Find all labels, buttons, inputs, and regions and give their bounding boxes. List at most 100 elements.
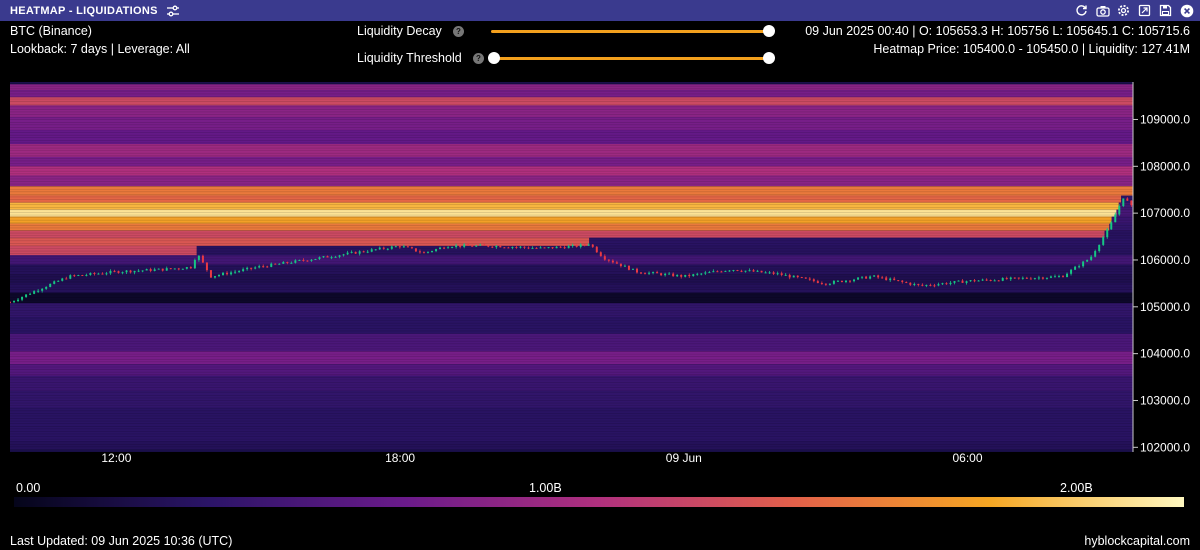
time-axis: 12:00 18:00 09 Jun 06:00 [101, 451, 982, 465]
candle-body [740, 270, 743, 272]
candle-body [1078, 266, 1081, 268]
candle-body [455, 245, 458, 248]
candle-body [748, 270, 751, 272]
candle-body [217, 274, 220, 277]
candle-body [656, 272, 659, 274]
candle-body [796, 275, 799, 278]
candle-body [752, 270, 755, 272]
candle-body [692, 274, 695, 277]
candle-body [728, 270, 731, 272]
candle-body [555, 246, 558, 249]
candle-body [1017, 277, 1020, 279]
candle-body [1025, 277, 1028, 279]
candle-body [724, 270, 727, 272]
candle-body [89, 272, 92, 275]
candle-body [627, 265, 630, 270]
candle-body [869, 276, 872, 279]
candle-body [282, 261, 285, 264]
heatmap-band-faded [589, 237, 1133, 246]
candle-body [213, 276, 216, 278]
candle-body [824, 283, 827, 285]
candle-body [125, 270, 128, 273]
candle-body [840, 280, 843, 283]
candle-body [969, 280, 972, 282]
price-axis: 102000.0 103000.0 104000.0 105000.0 106000.0… [1132, 82, 1190, 454]
candle-body [704, 272, 707, 274]
candle-body [997, 280, 1000, 282]
heatmap-band [10, 105, 1133, 118]
heatmap-bands [10, 83, 1133, 452]
candle-body [644, 273, 647, 275]
candle-body [274, 263, 277, 265]
candle-body [49, 283, 52, 287]
candle-body [853, 279, 856, 282]
candle-body [1062, 276, 1065, 278]
candle-body [25, 294, 28, 297]
candle-body [1130, 200, 1133, 206]
candle-body [447, 247, 450, 249]
candle-body [113, 270, 116, 272]
candle-body [234, 271, 237, 273]
candle-body [1041, 277, 1044, 279]
candle-body [426, 251, 429, 253]
candle-body [1110, 222, 1113, 230]
liquidation-heatmap-chart[interactable]: 102000.0 103000.0 104000.0 105000.0 106000.0… [0, 0, 1200, 520]
candle-body [1090, 256, 1093, 260]
time-tick-label: 09 Jun [666, 451, 702, 465]
candle-body [97, 273, 100, 275]
candle-body [487, 245, 490, 247]
candle-body [676, 274, 679, 277]
candle-body [917, 283, 920, 285]
candle-body [1074, 266, 1077, 270]
candle-body [1106, 229, 1109, 238]
candle-body [250, 267, 253, 269]
heatmap-band [10, 130, 1133, 145]
candle-body [105, 273, 108, 275]
candle-body [133, 270, 136, 273]
candle-body [660, 273, 663, 276]
candle-body [772, 272, 775, 274]
candle-body [764, 272, 767, 274]
candle-body [615, 262, 618, 264]
candle-body [258, 266, 261, 268]
candle-body [246, 267, 249, 270]
candle-body [61, 278, 64, 281]
candle-body [77, 275, 80, 277]
candle-body [338, 255, 341, 257]
candle-body [503, 247, 506, 249]
heatmap-band [10, 441, 1133, 450]
candle-body [1029, 278, 1032, 280]
price-tick-label: 104000.0 [1140, 347, 1190, 361]
candle-body [459, 245, 462, 247]
colorbar-label-max: 2.00B [1060, 481, 1093, 495]
candle-body [1102, 237, 1105, 245]
candle-body [451, 247, 454, 249]
candle-body [157, 268, 160, 270]
candle-body [603, 256, 606, 260]
candle-body [836, 280, 839, 282]
candle-body [310, 259, 313, 261]
candle-body [109, 270, 112, 274]
candle-body [519, 246, 522, 248]
candle-body [1021, 277, 1024, 279]
candle-body [129, 270, 132, 273]
last-updated-label: Last Updated: 09 Jun 2025 10:36 (UTC) [10, 534, 233, 548]
candle-body [708, 272, 711, 274]
candle-body [776, 273, 779, 275]
candle-body [266, 266, 269, 268]
colorbar-label-mid: 1.00B [529, 481, 562, 495]
candle-body [937, 284, 940, 286]
candle-body [744, 270, 747, 272]
candle-body [1098, 244, 1101, 252]
candle-body [370, 249, 373, 252]
candle-body [648, 272, 651, 274]
candle-body [756, 270, 759, 272]
candle-body [897, 280, 900, 282]
candle-body [382, 247, 385, 249]
candle-body [595, 246, 598, 253]
candle-body [189, 267, 192, 269]
price-tick-label: 108000.0 [1140, 159, 1190, 173]
candle-body [977, 280, 980, 282]
candle-body [314, 258, 317, 260]
candle-body [145, 269, 148, 271]
